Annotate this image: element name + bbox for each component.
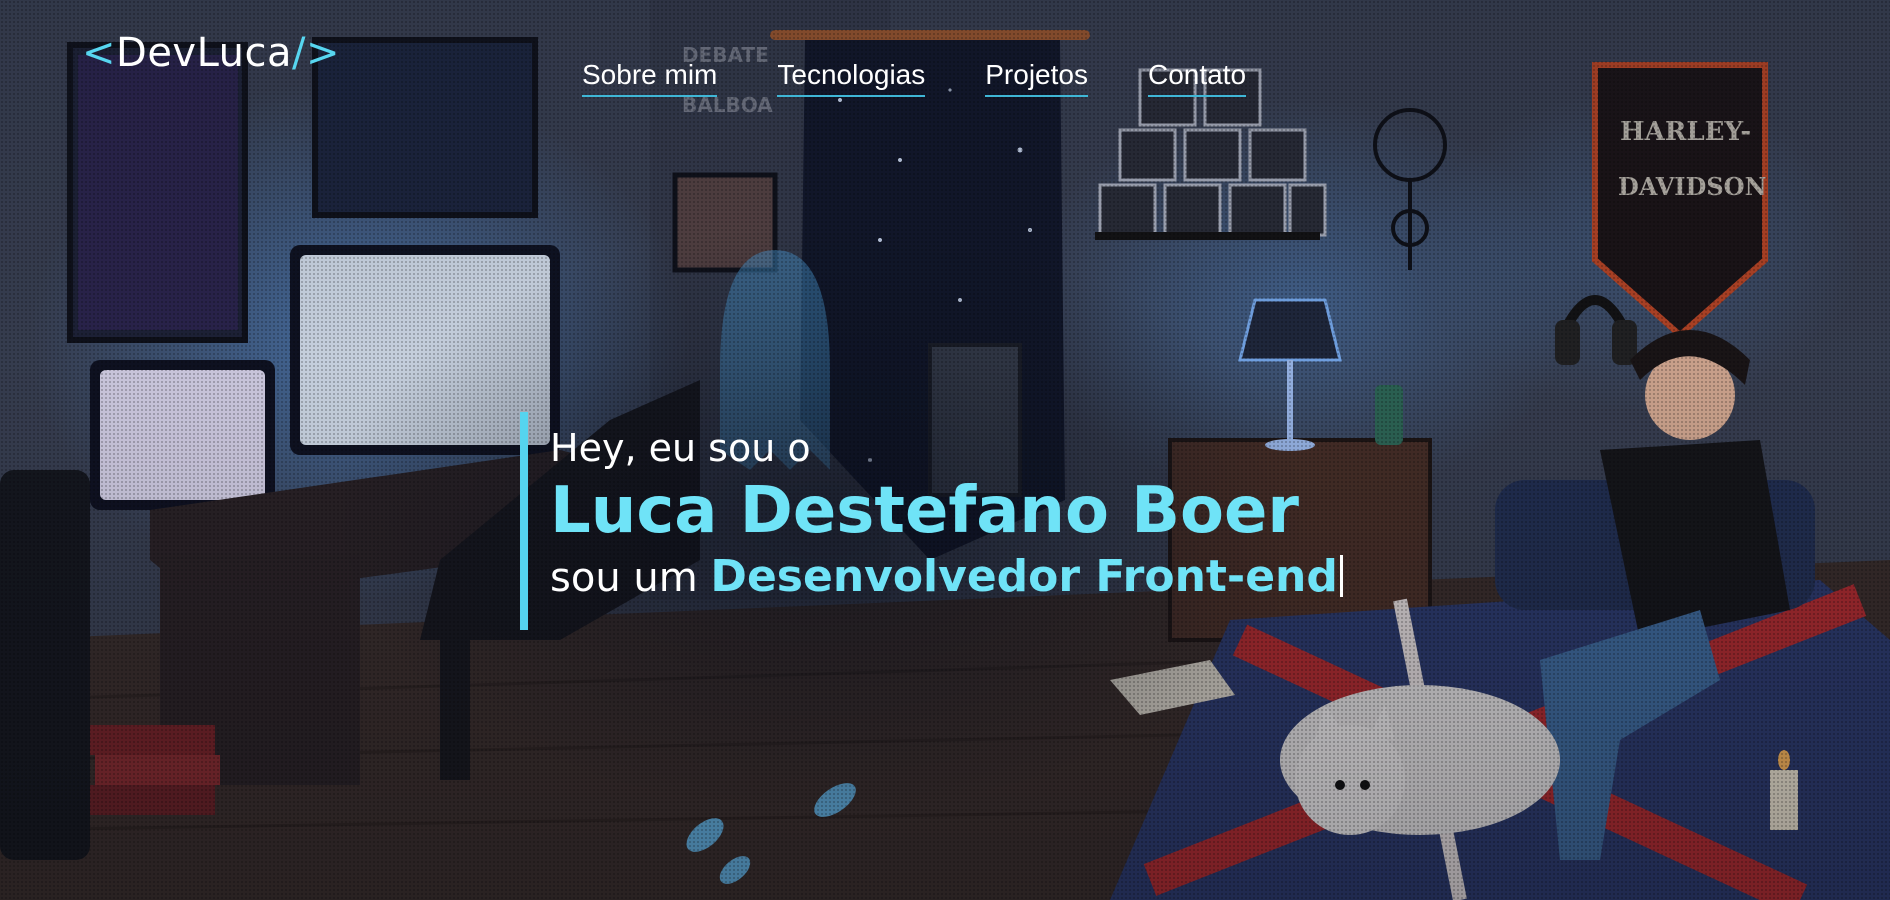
nav-link-projetos[interactable]: Projetos bbox=[985, 59, 1088, 97]
hero-role-line: sou um Desenvolvedor Front-end bbox=[550, 555, 1343, 599]
nav-link-tecnologias[interactable]: Tecnologias bbox=[777, 59, 926, 97]
logo-close-bracket: /> bbox=[292, 30, 341, 76]
hero-intro: Hey, eu sou o Luca Destefano Boer sou um… bbox=[520, 412, 1343, 630]
typing-cursor bbox=[1339, 555, 1343, 597]
nav-link-sobre-mim[interactable]: Sobre mim bbox=[582, 59, 718, 97]
logo-open-bracket: < bbox=[82, 30, 117, 76]
main-nav: Sobre mim Tecnologias Projetos Contato bbox=[582, 59, 1247, 97]
hero-role: Desenvolvedor Front-end bbox=[710, 551, 1338, 602]
hero-role-prefix: sou um bbox=[550, 555, 711, 601]
hero-greeting: Hey, eu sou o bbox=[550, 426, 811, 470]
hero-name: Luca Destefano Boer bbox=[550, 474, 1299, 548]
logo-name: DevLuca bbox=[116, 30, 293, 76]
brand-logo[interactable]: < DevLuca /> bbox=[82, 30, 340, 76]
nav-link-contato[interactable]: Contato bbox=[1147, 59, 1247, 97]
